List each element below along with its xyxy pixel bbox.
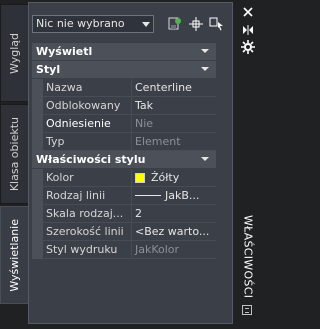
property-label: Skala rodzaj...	[43, 205, 132, 223]
auto-hide-icon[interactable]	[240, 22, 256, 38]
palette-title: WŁAŚCIWOŚCI	[233, 215, 263, 298]
category-style-label: Styl	[36, 63, 61, 76]
category-display-label: Wyświetl	[36, 45, 93, 58]
palette-title-text: WŁAŚCIWOŚCI	[241, 215, 255, 299]
category-style-properties-label: Właściwości stylu	[36, 153, 146, 166]
tab-object-class-label: Klasa obiektu	[8, 116, 21, 192]
category-style[interactable]: Styl	[32, 61, 216, 79]
quick-select-icon[interactable]	[208, 15, 226, 33]
close-icon[interactable]	[240, 4, 256, 20]
settings-icon[interactable]	[240, 39, 256, 55]
category-display[interactable]: Wyświetl	[32, 43, 216, 61]
property-value[interactable]: Tak	[132, 97, 216, 115]
property-label: Typ	[43, 133, 132, 151]
property-row-plot-style[interactable]: Styl wydruku JakKolor	[32, 241, 216, 259]
palette-title-bar[interactable]: WŁAŚCIWOŚCI	[233, 0, 263, 329]
property-value[interactable]: <Bez warto...	[132, 223, 216, 241]
selection-dropdown[interactable]: Nic nie wybrano	[32, 15, 154, 33]
property-row-linetype[interactable]: Rodzaj linii JakB...	[32, 187, 216, 205]
property-label: Kolor	[43, 169, 132, 187]
property-row-name[interactable]: Nazwa Centerline	[32, 79, 216, 97]
property-row-type[interactable]: Typ Element	[32, 133, 216, 151]
property-row-unlocked[interactable]: Odblokowany Tak	[32, 97, 216, 115]
chevron-down-icon	[201, 49, 209, 53]
property-label: Odblokowany	[43, 97, 132, 115]
property-row-reference[interactable]: Odniesienie Nie	[32, 115, 216, 133]
color-value: Żółty	[151, 170, 180, 184]
linetype-preview	[135, 195, 161, 196]
property-grid: Wyświetl Styl Nazwa Centerline Odblokowa…	[32, 43, 216, 259]
category-style-properties[interactable]: Właściwości stylu	[32, 151, 216, 169]
property-value[interactable]: Centerline	[132, 79, 216, 97]
property-value[interactable]: JakB...	[132, 187, 216, 205]
property-value[interactable]: 2	[132, 205, 216, 223]
property-label: Rodzaj linii	[43, 187, 132, 205]
property-row-color[interactable]: Kolor Żółty	[32, 169, 216, 187]
property-value[interactable]: Żółty	[132, 169, 216, 187]
selection-toolbar: Nic nie wybrano	[29, 13, 232, 35]
select-objects-icon[interactable]	[166, 15, 184, 33]
property-row-lineweight[interactable]: Szerokość linii <Bez warto...	[32, 223, 216, 241]
selection-dropdown-value: Nic nie wybrano	[36, 17, 125, 30]
chevron-down-icon	[201, 67, 209, 71]
pick-point-icon[interactable]	[187, 15, 205, 33]
tab-appearance[interactable]: Wygląd	[0, 4, 28, 102]
properties-panel: Nic nie wybrano Wyświetl Styl Nazwa Cent…	[28, 2, 233, 324]
property-row-linetype-scale[interactable]: Skala rodzaj... 2	[32, 205, 216, 223]
property-value: Nie	[132, 115, 216, 133]
chevron-down-icon	[142, 22, 150, 27]
property-label: Odniesienie	[43, 115, 132, 133]
chevron-down-icon	[201, 157, 209, 161]
tab-display-label: Wyświetlanie	[8, 218, 21, 292]
color-swatch	[135, 172, 145, 183]
property-label: Szerokość linii	[43, 223, 132, 241]
property-label: Nazwa	[43, 79, 132, 97]
property-value: Element	[132, 133, 216, 151]
property-value: JakKolor	[132, 241, 216, 259]
palette-menu-icon[interactable]	[242, 305, 252, 315]
tab-display[interactable]: Wyświetlanie	[0, 206, 28, 304]
linetype-value: JakB...	[165, 188, 200, 202]
tab-appearance-label: Wygląd	[8, 32, 21, 74]
property-label: Styl wydruku	[43, 241, 132, 259]
tab-object-class[interactable]: Klasa obiektu	[0, 104, 28, 204]
